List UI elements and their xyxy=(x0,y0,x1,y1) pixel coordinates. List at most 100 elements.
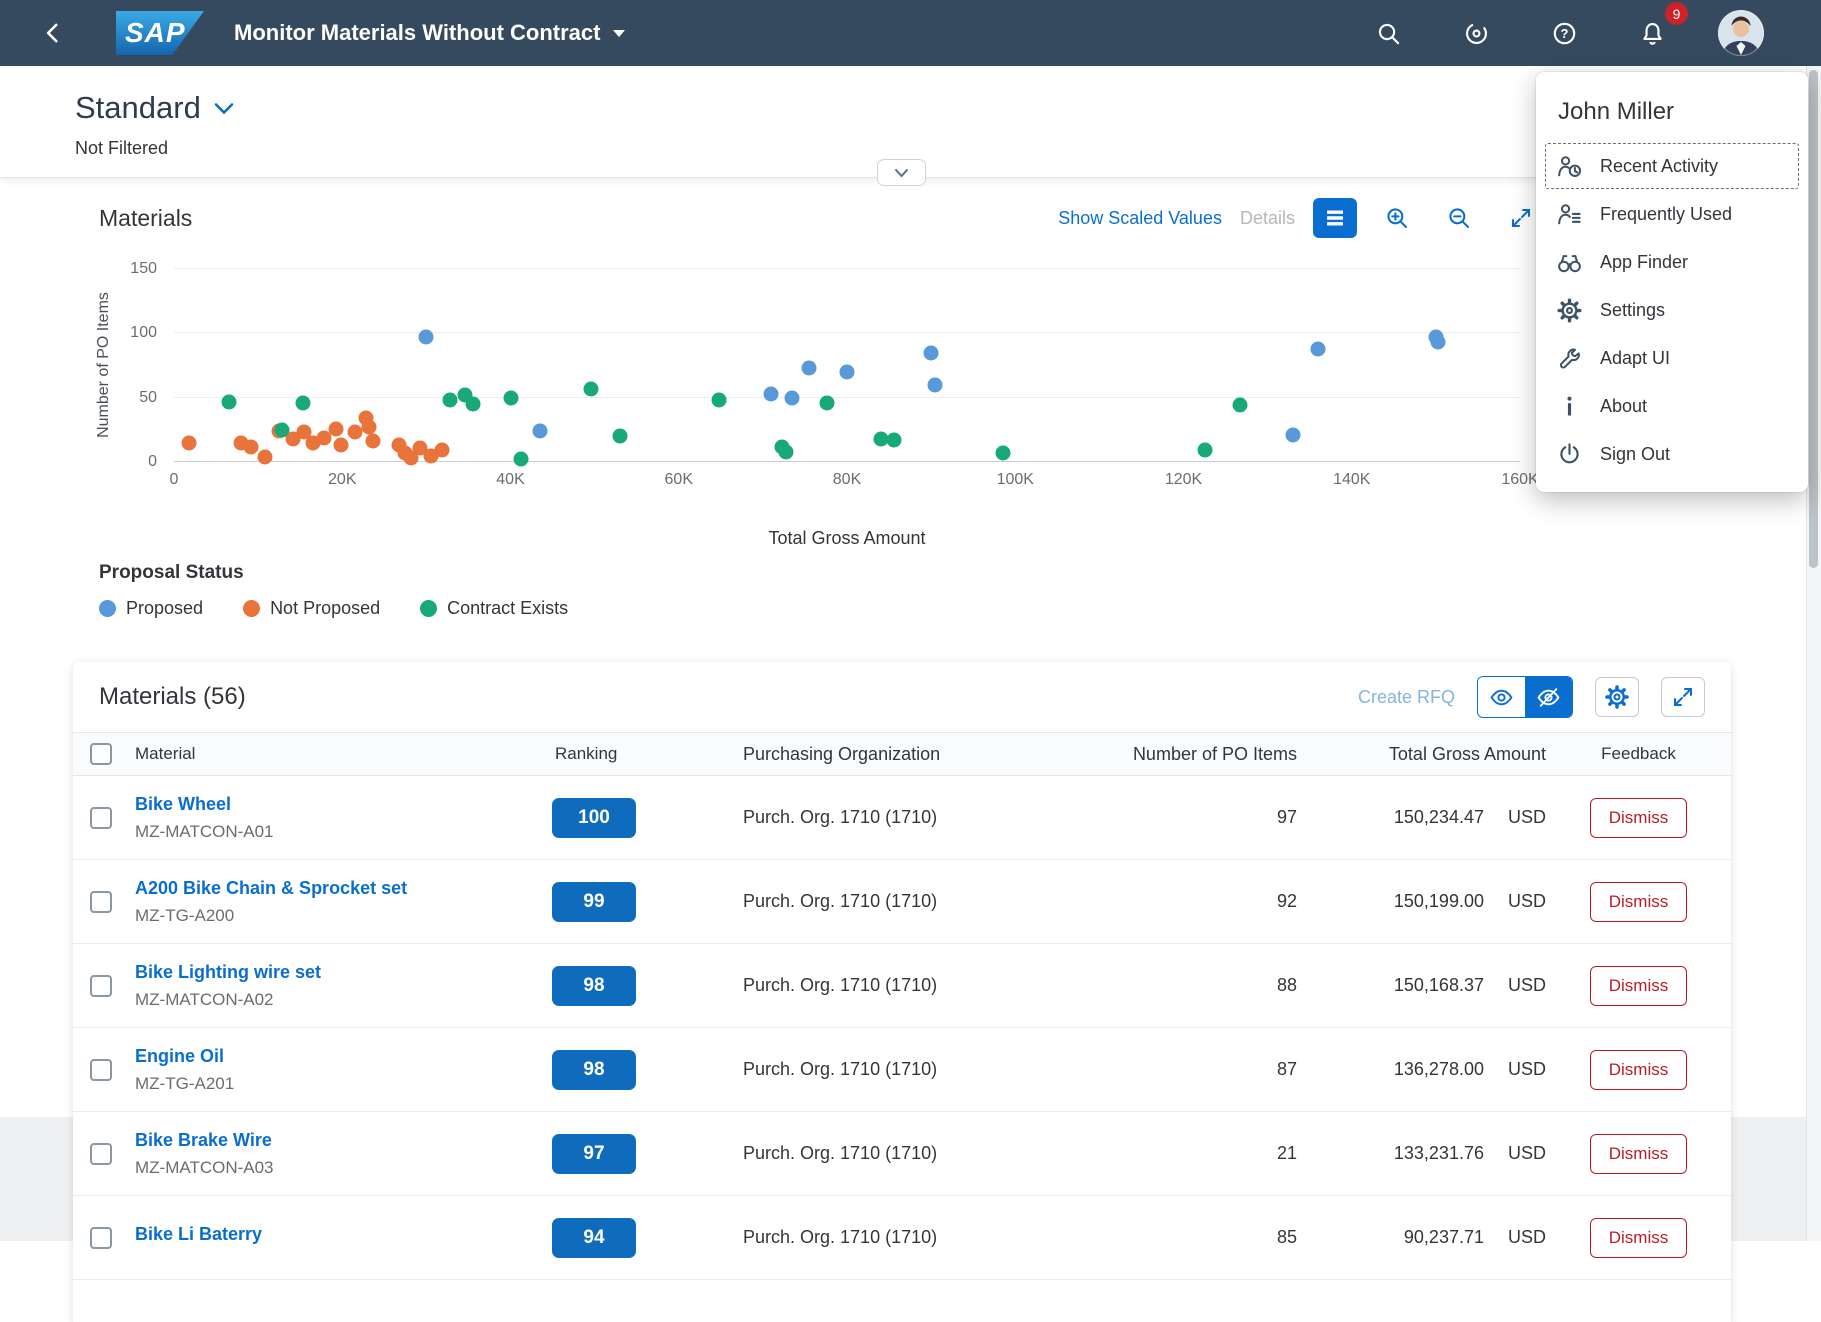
menu-item-frequently-used[interactable]: Frequently Used xyxy=(1544,190,1800,238)
data-point-proposed[interactable] xyxy=(1285,427,1300,442)
data-point-contract-exists[interactable] xyxy=(712,393,727,408)
help-button[interactable]: ? xyxy=(1541,10,1587,56)
x-tick: 120K xyxy=(1165,471,1202,489)
menu-item-app-finder[interactable]: App Finder xyxy=(1544,238,1800,286)
dismiss-button[interactable]: Dismiss xyxy=(1590,882,1688,922)
dismiss-button[interactable]: Dismiss xyxy=(1590,1218,1688,1258)
row-checkbox[interactable] xyxy=(90,1059,112,1081)
create-rfq-button[interactable]: Create RFQ xyxy=(1358,687,1455,708)
material-link[interactable]: Bike Li Baterry xyxy=(135,1224,519,1245)
gridline xyxy=(174,268,1520,269)
data-point-contract-exists[interactable] xyxy=(887,433,902,448)
chart-table-toggle-button[interactable] xyxy=(1313,198,1357,238)
collapse-header-button[interactable] xyxy=(877,159,926,186)
data-point-contract-exists[interactable] xyxy=(819,395,834,410)
table-row: Bike Lighting wire set MZ-MATCON-A02 98 … xyxy=(73,944,1731,1028)
material-link[interactable]: A200 Bike Chain & Sprocket set xyxy=(135,878,519,899)
dismiss-button[interactable]: Dismiss xyxy=(1590,966,1688,1006)
row-checkbox[interactable] xyxy=(90,975,112,997)
table-fullscreen-button[interactable] xyxy=(1661,677,1705,717)
material-link[interactable]: Bike Wheel xyxy=(135,794,519,815)
data-point-contract-exists[interactable] xyxy=(221,394,236,409)
currency: USD xyxy=(1508,1059,1546,1080)
data-point-proposed[interactable] xyxy=(924,345,939,360)
data-point-contract-exists[interactable] xyxy=(513,452,528,467)
show-details-button[interactable] xyxy=(1478,677,1525,717)
currency: USD xyxy=(1508,1143,1546,1164)
data-point-not-proposed[interactable] xyxy=(333,438,348,453)
select-all-checkbox[interactable] xyxy=(90,743,112,765)
material-link[interactable]: Engine Oil xyxy=(135,1046,519,1067)
vertical-scrollbar[interactable] xyxy=(1806,66,1821,1241)
data-point-contract-exists[interactable] xyxy=(442,393,457,408)
row-checkbox[interactable] xyxy=(90,891,112,913)
data-point-not-proposed[interactable] xyxy=(244,439,259,454)
table-row: Bike Wheel MZ-MATCON-A01 100 Purch. Org.… xyxy=(73,776,1731,860)
show-scaled-values-link[interactable]: Show Scaled Values xyxy=(1058,208,1222,229)
x-axis-title: Total Gross Amount xyxy=(768,528,925,549)
data-point-proposed[interactable] xyxy=(419,330,434,345)
legend-item-proposed[interactable]: Proposed xyxy=(99,598,203,619)
zoom-in-button[interactable] xyxy=(1375,198,1419,238)
sap-logo[interactable]: SAP xyxy=(116,11,204,55)
zoom-out-button[interactable] xyxy=(1437,198,1481,238)
app-title-menu[interactable]: Monitor Materials Without Contract xyxy=(234,20,626,46)
search-button[interactable] xyxy=(1365,10,1411,56)
hide-details-button[interactable] xyxy=(1525,677,1572,717)
data-point-contract-exists[interactable] xyxy=(584,381,599,396)
menu-item-adapt-ui[interactable]: Adapt UI xyxy=(1544,334,1800,382)
menu-item-recent-activity[interactable]: Recent Activity xyxy=(1544,142,1800,190)
po-items-count: 88 xyxy=(1063,975,1303,996)
data-point-proposed[interactable] xyxy=(802,361,817,376)
po-items-count: 97 xyxy=(1063,807,1303,828)
dismiss-button[interactable]: Dismiss xyxy=(1590,1050,1688,1090)
data-point-not-proposed[interactable] xyxy=(257,449,272,464)
dismiss-button[interactable]: Dismiss xyxy=(1590,798,1688,838)
data-point-contract-exists[interactable] xyxy=(612,429,627,444)
data-point-not-proposed[interactable] xyxy=(434,443,449,458)
data-point-not-proposed[interactable] xyxy=(362,420,377,435)
row-checkbox[interactable] xyxy=(90,807,112,829)
back-button[interactable] xyxy=(30,10,76,56)
scrollbar-thumb[interactable] xyxy=(1809,70,1818,568)
table-settings-button[interactable] xyxy=(1595,677,1639,717)
gross-amount: 150,199.00 xyxy=(1394,891,1484,912)
purchasing-org: Purch. Org. 1710 (1710) xyxy=(743,1059,1063,1080)
menu-item-sign-out[interactable]: Sign Out xyxy=(1544,430,1800,478)
data-point-contract-exists[interactable] xyxy=(295,395,310,410)
data-point-contract-exists[interactable] xyxy=(778,444,793,459)
data-point-proposed[interactable] xyxy=(785,390,800,405)
legend-item-not-proposed[interactable]: Not Proposed xyxy=(243,598,380,619)
column-header-ranking: Ranking xyxy=(519,744,743,764)
copilot-button[interactable] xyxy=(1453,10,1499,56)
data-point-not-proposed[interactable] xyxy=(347,425,362,440)
data-point-contract-exists[interactable] xyxy=(1198,443,1213,458)
user-avatar[interactable] xyxy=(1717,9,1765,57)
data-point-proposed[interactable] xyxy=(764,386,779,401)
data-point-not-proposed[interactable] xyxy=(182,435,197,450)
menu-item-settings[interactable]: Settings xyxy=(1544,286,1800,334)
data-point-contract-exists[interactable] xyxy=(996,446,1011,461)
row-checkbox[interactable] xyxy=(90,1143,112,1165)
data-point-not-proposed[interactable] xyxy=(365,434,380,449)
row-checkbox[interactable] xyxy=(90,1227,112,1249)
currency: USD xyxy=(1508,975,1546,996)
variant-selector[interactable]: Standard xyxy=(75,90,234,126)
data-point-contract-exists[interactable] xyxy=(1232,398,1247,413)
material-link[interactable]: Bike Brake Wire xyxy=(135,1130,519,1151)
settings-icon xyxy=(1556,297,1583,324)
data-point-proposed[interactable] xyxy=(928,377,943,392)
data-point-proposed[interactable] xyxy=(1431,335,1446,350)
data-point-contract-exists[interactable] xyxy=(503,390,518,405)
menu-item-label: About xyxy=(1600,396,1647,417)
data-point-contract-exists[interactable] xyxy=(466,397,481,412)
data-point-proposed[interactable] xyxy=(840,364,855,379)
dismiss-button[interactable]: Dismiss xyxy=(1590,1134,1688,1174)
material-link[interactable]: Bike Lighting wire set xyxy=(135,962,519,983)
data-point-not-proposed[interactable] xyxy=(328,421,343,436)
data-point-proposed[interactable] xyxy=(532,424,547,439)
data-point-contract-exists[interactable] xyxy=(274,422,289,437)
menu-item-about[interactable]: About xyxy=(1544,382,1800,430)
data-point-proposed[interactable] xyxy=(1311,341,1326,356)
legend-item-contract-exists[interactable]: Contract Exists xyxy=(420,598,568,619)
